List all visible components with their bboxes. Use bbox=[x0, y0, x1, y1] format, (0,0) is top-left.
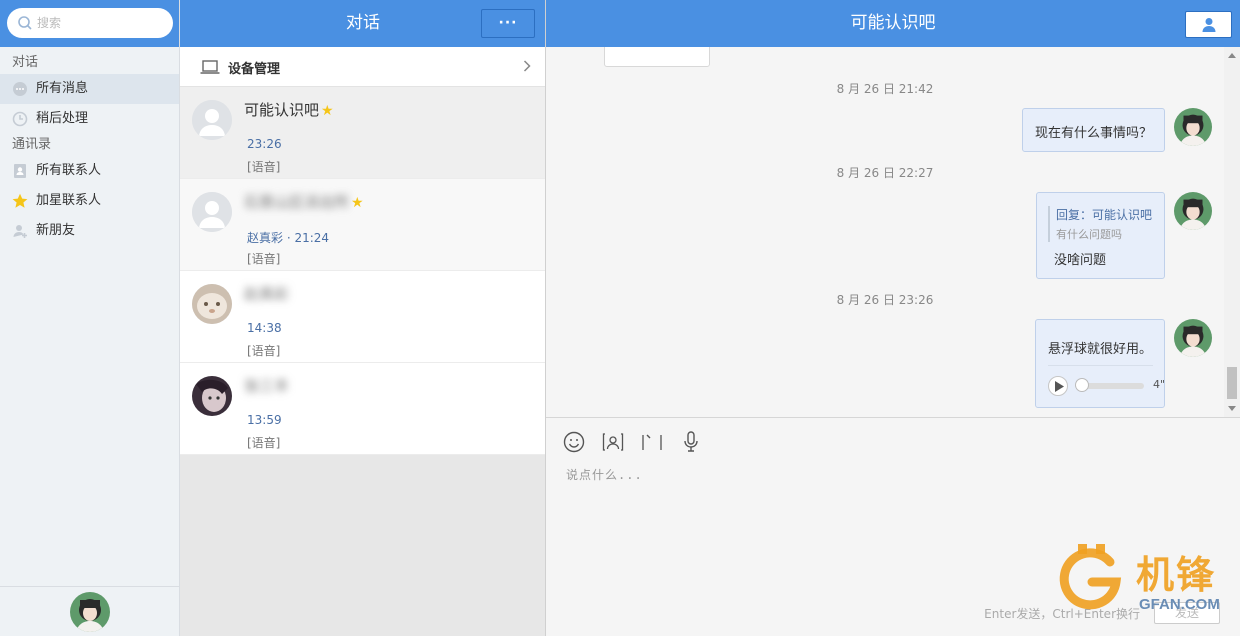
person-icon bbox=[1202, 18, 1216, 32]
voice-duration: 4" bbox=[1153, 378, 1166, 391]
voice-progress-knob[interactable] bbox=[1075, 378, 1089, 392]
section-title-contacts: 通讯录 bbox=[12, 137, 52, 152]
chat-bubble-icon bbox=[13, 82, 27, 96]
add-person-icon bbox=[13, 225, 27, 238]
chevron-right-icon bbox=[523, 60, 531, 72]
voice-player: 4" bbox=[1048, 365, 1165, 396]
conversation-item[interactable]: 石景山区派出所 ★ 赵真彩 · 21:24 [语音] bbox=[180, 179, 545, 271]
composer: Enter发送，Ctrl+Enter换行 发送 bbox=[546, 417, 1240, 636]
conversation-list: 对话 ··· 设备管理 可能认识吧 ★ 23:26 [语音] 石景山区派出所 ★ 赵… bbox=[180, 0, 546, 636]
star-icon bbox=[12, 193, 28, 208]
message-timestamp: 8 月 26 日 21:42 bbox=[836, 82, 934, 96]
conversation-time: 23:26 bbox=[247, 137, 282, 151]
avatar[interactable] bbox=[1174, 108, 1212, 146]
contact-card-icon[interactable] bbox=[601, 430, 625, 454]
sidebar-item-starred-contacts[interactable]: 加星联系人 bbox=[0, 186, 179, 216]
star-icon: ★ bbox=[351, 195, 364, 211]
reply-quote-body: 有什么问题吗 bbox=[1056, 228, 1122, 241]
conversation-preview: [语音] bbox=[247, 344, 281, 358]
scrollbar-thumb[interactable] bbox=[1227, 367, 1237, 399]
send-button[interactable]: 发送 bbox=[1154, 602, 1220, 624]
message-timestamp: 8 月 26 日 22:27 bbox=[836, 166, 934, 180]
star-icon: ★ bbox=[321, 103, 334, 119]
message-bubble bbox=[604, 47, 710, 67]
sidebar-item-all-contacts[interactable]: 所有联系人 bbox=[0, 156, 179, 186]
conversation-sender-time: 赵真彩 · 21:24 bbox=[247, 231, 330, 245]
clock-icon bbox=[12, 111, 28, 127]
chat-header: 可能认识吧 bbox=[546, 0, 1240, 47]
message-text: 现在有什么事情吗？ bbox=[1035, 126, 1153, 141]
reply-quote[interactable]: 回复：可能认识吧 有什么问题吗 bbox=[1048, 206, 1154, 242]
search-icon bbox=[18, 16, 32, 30]
conversation-name: 石景山区派出所 ★ bbox=[244, 193, 364, 211]
avatar bbox=[192, 192, 232, 232]
scroll-down-arrow-icon[interactable] bbox=[1228, 406, 1236, 411]
conversation-item[interactable]: 赵真彩 14:38 [语音] bbox=[180, 271, 545, 363]
message-bubble[interactable]: 回复：可能认识吧 有什么问题吗 没啥问题 bbox=[1036, 192, 1165, 279]
conversation-preview: [语音] bbox=[247, 436, 281, 450]
conversation-time: 13:59 bbox=[247, 413, 282, 427]
message-text: 悬浮球就很好用。 bbox=[1048, 342, 1153, 357]
play-button[interactable] bbox=[1048, 376, 1068, 396]
device-management-row[interactable]: 设备管理 bbox=[180, 47, 545, 87]
conversation-preview: [语音] bbox=[247, 160, 281, 174]
conversation-item[interactable]: 可能认识吧 ★ 23:26 [语音] bbox=[180, 87, 545, 179]
message-scrollbar[interactable] bbox=[1224, 47, 1240, 417]
sidebar-item-all-messages[interactable]: 所有消息 bbox=[0, 74, 179, 104]
sidebar-item-label: 稍后处理 bbox=[36, 111, 89, 126]
conversation-preview: [语音] bbox=[247, 252, 281, 266]
avatar bbox=[192, 284, 232, 324]
chat-panel: 可能认识吧 8 月 26 日 21:42 现在有什么事情吗？ 8 月 26 日 … bbox=[546, 0, 1240, 636]
message-text: 没啥问题 bbox=[1054, 253, 1107, 268]
sidebar-item-new-friends[interactable]: 新朋友 bbox=[0, 216, 179, 246]
sidebar-header bbox=[0, 0, 179, 47]
message-bubble[interactable]: 悬浮球就很好用。 4" bbox=[1035, 319, 1165, 408]
scroll-up-arrow-icon[interactable] bbox=[1228, 53, 1236, 58]
avatar bbox=[192, 100, 232, 140]
message-input[interactable] bbox=[566, 466, 1206, 576]
search-input[interactable] bbox=[37, 14, 157, 32]
contact-book-icon bbox=[14, 164, 26, 178]
sidebar-item-label: 所有联系人 bbox=[36, 163, 102, 178]
contact-profile-button[interactable] bbox=[1185, 11, 1232, 38]
avatar bbox=[192, 376, 232, 416]
more-button[interactable]: ··· bbox=[481, 9, 535, 38]
conversation-name: 可能认识吧 ★ bbox=[244, 101, 334, 119]
message-bubble[interactable]: 现在有什么事情吗？ bbox=[1022, 108, 1165, 152]
play-icon bbox=[1055, 381, 1064, 392]
sidebar-footer bbox=[0, 586, 179, 636]
device-management-label: 设备管理 bbox=[228, 62, 281, 77]
sidebar: 对话 所有消息 稍后处理 通讯录 所有联系人 加星联系人 新朋友 bbox=[0, 0, 180, 636]
conversation-item[interactable]: 张三丰 13:59 [语音] bbox=[180, 363, 545, 455]
microphone-icon[interactable] bbox=[679, 430, 703, 454]
avatar[interactable] bbox=[1174, 192, 1212, 230]
conversation-name: 张三丰 bbox=[244, 377, 290, 395]
avatar[interactable] bbox=[70, 592, 110, 632]
message-area[interactable]: 8 月 26 日 21:42 现在有什么事情吗？ 8 月 26 日 22:27 … bbox=[546, 47, 1240, 417]
emoji-icon[interactable] bbox=[562, 430, 586, 454]
sidebar-item-label: 新朋友 bbox=[36, 223, 76, 238]
message-timestamp: 8 月 26 日 23:26 bbox=[836, 293, 934, 307]
send-hint: Enter发送，Ctrl+Enter换行 bbox=[984, 607, 1140, 621]
avatar[interactable] bbox=[1174, 319, 1212, 357]
screenshot-icon[interactable] bbox=[640, 430, 664, 454]
search-box[interactable] bbox=[7, 8, 173, 38]
conversation-name: 赵真彩 bbox=[244, 285, 290, 303]
sidebar-item-later[interactable]: 稍后处理 bbox=[0, 104, 179, 134]
chat-title: 可能认识吧 bbox=[850, 13, 936, 33]
laptop-icon bbox=[200, 60, 220, 74]
conversation-time: 14:38 bbox=[247, 321, 282, 335]
conversation-list-header: 对话 ··· bbox=[180, 0, 545, 47]
sidebar-item-label: 加星联系人 bbox=[36, 193, 102, 208]
reply-quote-title: 回复：可能认识吧 bbox=[1056, 208, 1153, 222]
section-title-conversations: 对话 bbox=[12, 55, 39, 70]
sidebar-item-label: 所有消息 bbox=[36, 81, 89, 96]
